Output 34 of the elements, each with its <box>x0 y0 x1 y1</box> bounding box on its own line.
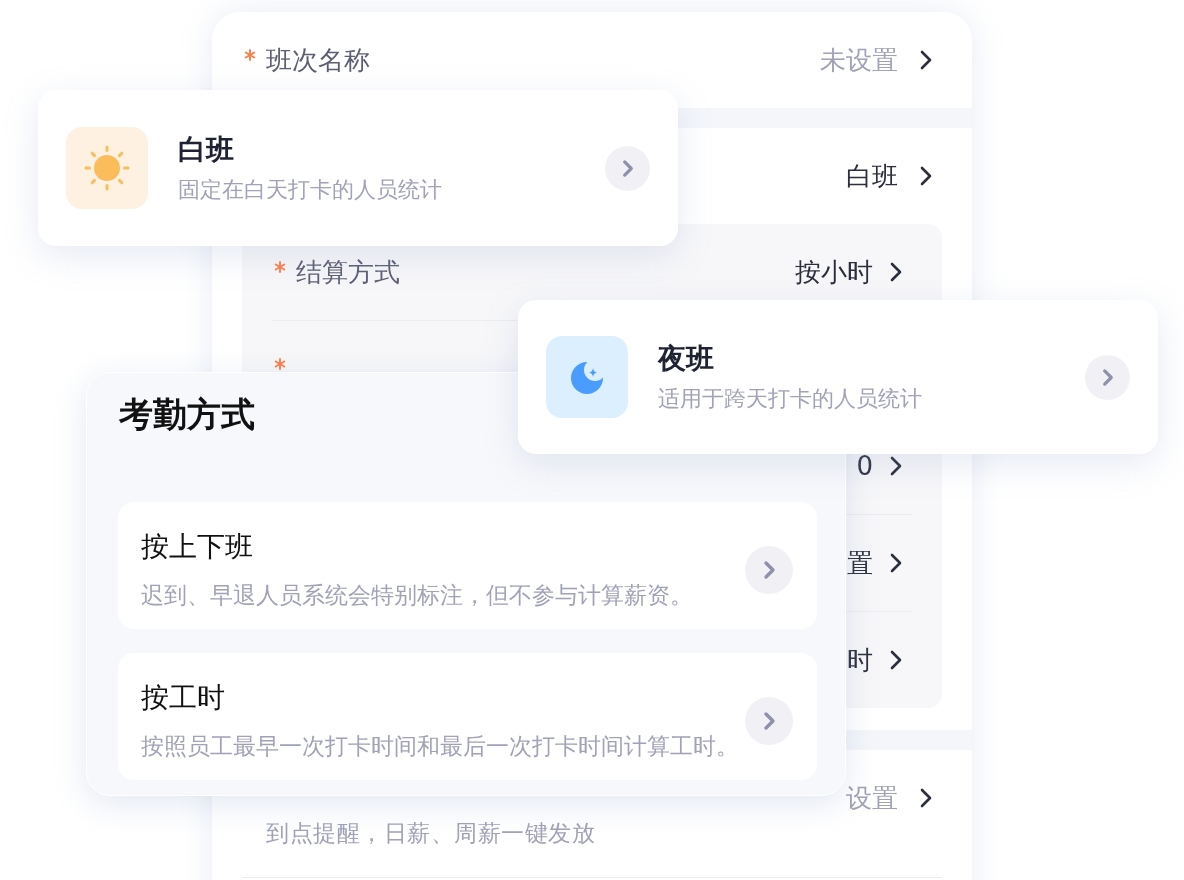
field-hint: 到点提醒，日薪、周薪一键发放 <box>266 819 595 848</box>
chevron-right-icon[interactable] <box>745 696 793 745</box>
field-label: 结算方式 <box>296 256 400 289</box>
chevron-right-icon <box>890 262 902 282</box>
chevron-right-icon[interactable] <box>745 545 793 594</box>
chevron-right-icon <box>920 166 932 186</box>
sheet-title: 考勤方式 <box>118 394 255 434</box>
option-description: 迟到、早退人员系统会特别标注，但不参与计算薪资。 <box>141 581 693 610</box>
picker-field[interactable]: 时 <box>847 647 902 673</box>
option-card[interactable]: 按上下班 迟到、早退人员系统会特别标注，但不参与计算薪资。 <box>118 502 817 629</box>
option-description: 按照员工最早一次打卡时间和最后一次打卡时间计算工时。 <box>141 732 739 761</box>
chevron-right-icon[interactable] <box>605 145 650 191</box>
sun-icon <box>66 127 148 209</box>
option-title: 按上下班 <box>141 529 253 565</box>
chevron-right-icon <box>890 650 902 670</box>
shift-title: 白班 <box>178 131 234 168</box>
picker-field[interactable]: 白班 <box>846 163 932 189</box>
option-title: 按工时 <box>141 680 225 716</box>
shift-description: 固定在白天打卡的人员统计 <box>178 175 442 204</box>
picker-field[interactable]: 0 <box>856 453 902 479</box>
shift-title: 夜班 <box>658 340 714 377</box>
chevron-right-icon <box>920 788 932 808</box>
chevron-right-icon[interactable] <box>1085 354 1130 400</box>
option-card[interactable]: 按工时 按照员工最早一次打卡时间和最后一次打卡时间计算工时。 <box>118 653 817 780</box>
moon-icon <box>546 336 628 418</box>
chevron-right-icon <box>890 553 902 573</box>
field-label: 班次名称 <box>266 44 370 77</box>
shift-option-card[interactable]: 夜班 适用于跨天打卡的人员统计 <box>518 300 1158 454</box>
picker-field[interactable]: 按小时 <box>795 259 902 285</box>
chevron-right-icon <box>920 50 932 70</box>
shift-option-card[interactable]: 白班 固定在白天打卡的人员统计 <box>38 90 678 246</box>
chevron-right-icon <box>890 456 902 476</box>
shift-description: 适用于跨天打卡的人员统计 <box>658 384 922 413</box>
picker-field[interactable]: 置 <box>847 550 902 576</box>
